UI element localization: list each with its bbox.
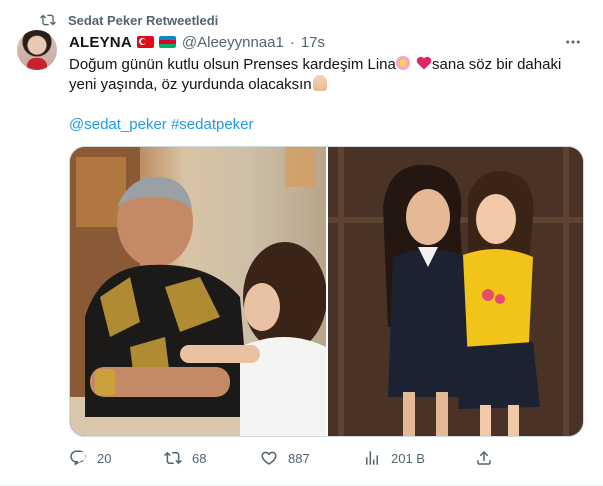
- views-count: 201 B: [391, 450, 425, 466]
- heart-emoji-icon: [416, 56, 432, 70]
- photo-two-girls[interactable]: [328, 147, 583, 436]
- share-icon: [477, 450, 491, 465]
- retweet-icon: [40, 14, 56, 26]
- author-name[interactable]: ALEYNA: [69, 34, 132, 51]
- retweet-count: 68: [192, 450, 207, 466]
- like-count: 887: [288, 450, 310, 466]
- tweet[interactable]: Sedat Peker Retweetledi ALEYNA @Aleeyynn…: [0, 0, 603, 486]
- tweet-hashtags[interactable]: @sedat_peker #sedatpeker: [69, 115, 254, 135]
- flower-emoji-icon: [395, 56, 410, 70]
- like-button[interactable]: 887: [260, 447, 310, 469]
- photo-man-and-girl[interactable]: [70, 147, 326, 436]
- tweet-text: Doğum günün kutlu olsun Prenses kardeşim…: [69, 55, 579, 95]
- more-options-button[interactable]: [563, 32, 583, 52]
- retweet-icon: [164, 451, 182, 465]
- retweet-label: Sedat Peker Retweetledi: [68, 12, 219, 28]
- reply-button[interactable]: 20: [69, 447, 111, 469]
- tweet-actions: 20 68 887 201 B: [69, 447, 582, 469]
- share-button[interactable]: [475, 447, 503, 469]
- retweet-button[interactable]: 68: [164, 447, 206, 469]
- turkey-flag-icon: [136, 36, 154, 48]
- photo-two-girls-art: [328, 147, 583, 436]
- photo-man-and-girl-art: [70, 147, 326, 436]
- azerbaijan-flag-icon: [158, 36, 176, 48]
- tweet-line2: yeni yaşında, öz yurdunda olacaksın: [69, 76, 312, 93]
- heart-icon: [261, 451, 277, 465]
- reply-icon: [70, 450, 86, 466]
- author-handle[interactable]: @Aleeyynnaa1: [182, 34, 284, 51]
- views-button[interactable]: 201 B: [363, 447, 425, 469]
- reply-count: 20: [97, 450, 112, 466]
- tweet-line1: Doğum günün kutlu olsun Prenses kardeşim…: [69, 56, 396, 73]
- more-icon: [566, 40, 580, 44]
- tweet-header: ALEYNA @Aleeyynnaa1 · 17s: [69, 33, 325, 51]
- retweet-indicator[interactable]: Sedat Peker Retweetledi: [40, 11, 218, 29]
- tweet-time[interactable]: 17s: [301, 34, 325, 51]
- avatar[interactable]: [17, 30, 57, 70]
- analytics-icon: [366, 451, 378, 465]
- separator-dot: ·: [289, 33, 295, 51]
- tweet-line1-end: sana söz bir dahaki: [432, 56, 562, 73]
- praying-hands-emoji-icon: [312, 75, 327, 91]
- media-grid: [69, 146, 584, 437]
